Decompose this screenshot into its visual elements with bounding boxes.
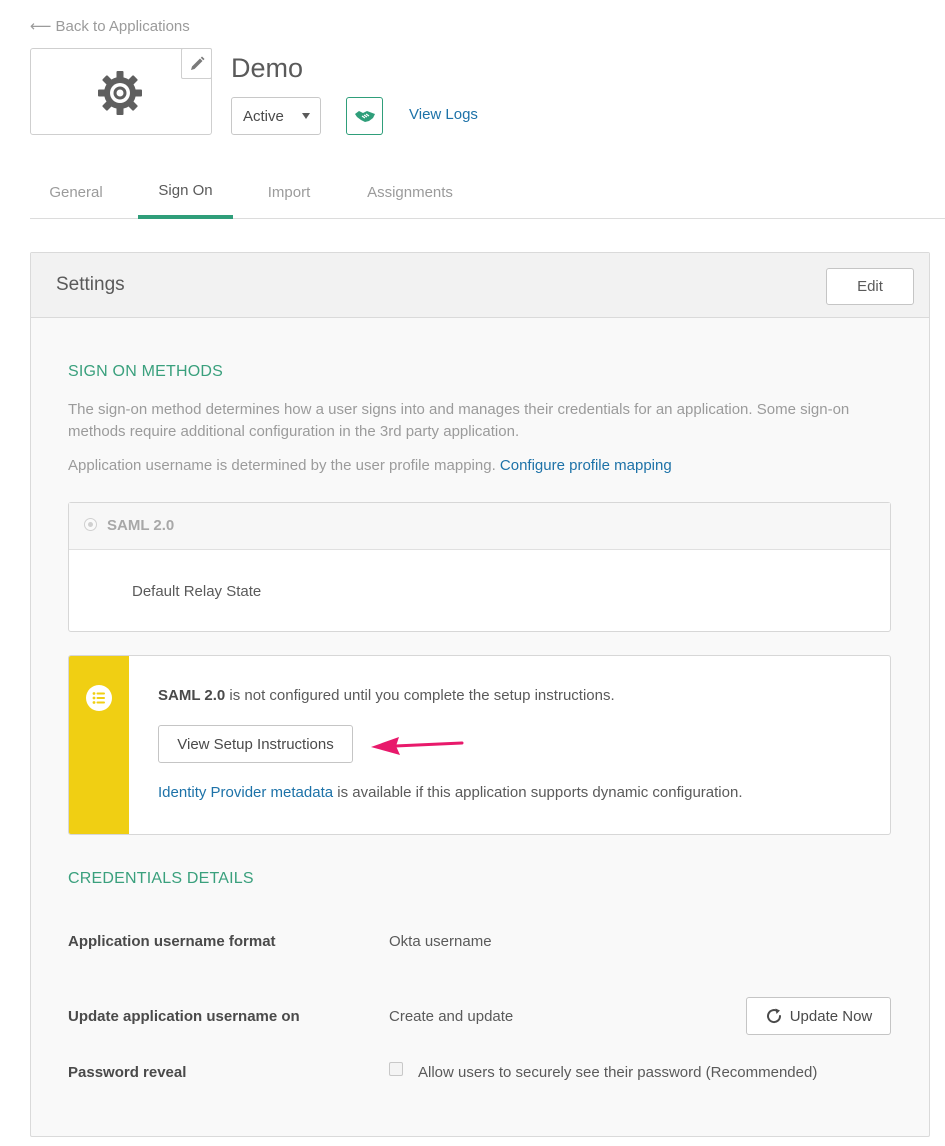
app-title: Demo (231, 53, 304, 83)
settings-title: Settings (56, 274, 125, 295)
settings-header: Settings Edit (31, 253, 929, 318)
status-value: Active (243, 107, 284, 125)
password-reveal-label: Password reveal (68, 1064, 187, 1081)
view-setup-instructions-button[interactable]: View Setup Instructions (158, 725, 353, 763)
metadata-message: Identity Provider metadata is available … (158, 784, 742, 801)
update-username-label: Update application username on (68, 1008, 300, 1025)
chevron-down-icon (302, 113, 310, 119)
gear-icon (98, 71, 142, 115)
saml-method-label: SAML 2.0 (107, 517, 175, 534)
username-format-value: Okta username (389, 933, 492, 950)
refresh-icon (766, 1008, 781, 1024)
back-arrow-icon: ⟵ (30, 18, 52, 35)
back-link-label: Back to Applications (55, 17, 190, 35)
password-reveal-checkbox-label[interactable]: Allow users to securely see their passwo… (418, 1064, 817, 1081)
setup-notice: SAML 2.0 is not configured until you com… (68, 655, 891, 835)
annotation-arrow-icon (371, 737, 464, 755)
notice-stripe (69, 656, 129, 834)
saml-method-box: SAML 2.0 Default Relay State (68, 502, 891, 632)
settings-panel: Settings Edit SIGN ON METHODS The sign-o… (30, 252, 930, 1137)
back-to-applications-link[interactable]: ⟵ Back to Applications (30, 17, 190, 36)
sign-on-methods-heading: SIGN ON METHODS (68, 363, 224, 380)
metadata-text: is available if this application support… (333, 784, 743, 801)
edit-logo-button[interactable] (181, 48, 212, 79)
username-mapping-text: Application username is determined by th… (68, 455, 898, 477)
tab-assignments[interactable]: Assignments (348, 165, 472, 219)
pencil-icon (190, 56, 204, 70)
not-configured-message: SAML 2.0 is not configured until you com… (158, 687, 615, 704)
password-reveal-checkbox[interactable] (389, 1062, 403, 1076)
status-dropdown[interactable]: Active (231, 97, 321, 135)
credentials-details-heading: CREDENTIALS DETAILS (68, 870, 254, 887)
username-format-label: Application username format (68, 933, 276, 950)
notice-method-name: SAML 2.0 (158, 687, 226, 704)
saml-radio[interactable] (84, 518, 97, 531)
edit-settings-button[interactable]: Edit (826, 268, 914, 305)
notice-message: is not configured until you complete the… (225, 687, 615, 704)
default-relay-state-label: Default Relay State (132, 583, 262, 600)
sign-on-description: The sign-on method determines how a user… (68, 401, 850, 440)
view-logs-link[interactable]: View Logs (409, 106, 478, 123)
handshake-button[interactable] (346, 97, 383, 135)
update-now-label: Update Now (789, 1007, 873, 1025)
update-now-button[interactable]: Update Now (746, 997, 891, 1035)
handshake-icon (354, 111, 375, 122)
tab-bar: General Sign On Import Assignments (30, 165, 945, 219)
tab-import[interactable]: Import (250, 165, 328, 219)
update-username-value: Create and update (389, 1008, 514, 1025)
app-logo (30, 48, 212, 135)
list-icon (86, 685, 112, 711)
saml-method-header: SAML 2.0 (69, 503, 890, 550)
username-mapping-label: Application username is determined by th… (68, 457, 496, 474)
configure-profile-mapping-link[interactable]: Configure profile mapping (500, 457, 672, 474)
tab-general[interactable]: General (30, 165, 122, 219)
identity-provider-metadata-link[interactable]: Identity Provider metadata (158, 784, 333, 801)
tab-sign-on[interactable]: Sign On (138, 165, 233, 219)
